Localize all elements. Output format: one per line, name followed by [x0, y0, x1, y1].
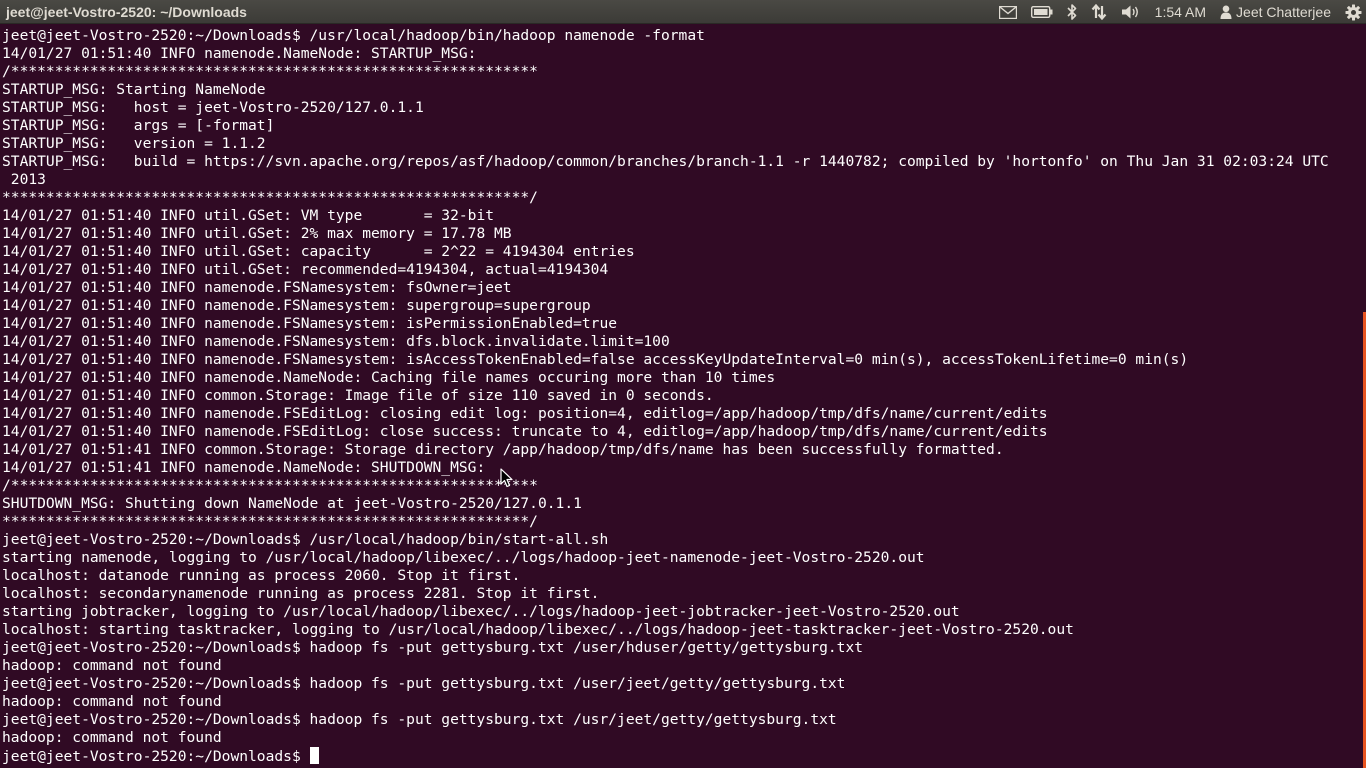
- gear-icon[interactable]: [1345, 0, 1362, 24]
- user-name: Jeet Chatterjee: [1236, 4, 1331, 20]
- terminal-line: ****************************************…: [2, 513, 538, 530]
- mouse-pointer-icon: [500, 468, 513, 488]
- text-cursor: [309, 747, 319, 764]
- terminal-line: localhost: datanode running as process 2…: [2, 567, 521, 584]
- terminal-line: 14/01/27 01:51:40 INFO common.Storage: I…: [2, 387, 714, 404]
- terminal-line: 14/01/27 01:51:40 INFO namenode.NameNode…: [2, 45, 477, 62]
- terminal-line: hadoop: command not found: [2, 693, 222, 710]
- terminal-line: STARTUP_MSG: args = [-format]: [2, 117, 275, 134]
- terminal-line: starting namenode, logging to /usr/local…: [2, 549, 925, 566]
- terminal-line: starting jobtracker, logging to /usr/loc…: [2, 603, 960, 620]
- terminal-line: jeet@jeet-Vostro-2520:~/Downloads$ /usr/…: [2, 531, 609, 548]
- volume-icon[interactable]: [1121, 0, 1141, 24]
- terminal-line: 14/01/27 01:51:40 INFO util.GSet: 2% max…: [2, 225, 512, 242]
- terminal-line: 14/01/27 01:51:41 INFO common.Storage: S…: [2, 441, 1004, 458]
- terminal-line: localhost: secondarynamenode running as …: [2, 585, 600, 602]
- terminal-line: 14/01/27 01:51:40 INFO namenode.FSNamesy…: [2, 279, 512, 296]
- terminal-line: SHUTDOWN_MSG: Shutting down NameNode at …: [2, 495, 582, 512]
- user-menu[interactable]: Jeet Chatterjee: [1220, 0, 1331, 24]
- terminal-line: 2013: [2, 171, 46, 188]
- terminal-line: STARTUP_MSG: build = https://svn.apache.…: [2, 153, 1329, 170]
- user-icon: [1220, 5, 1236, 19]
- indicator-area: 1:54 AM Jeet Chatterjee: [985, 0, 1362, 24]
- terminal-window[interactable]: jeet@jeet-Vostro-2520:~/Downloads$ /usr/…: [0, 24, 1366, 768]
- terminal-line: hadoop: command not found: [2, 729, 222, 746]
- top-panel: jeet@jeet-Vostro-2520: ~/Downloads 1:54 …: [0, 0, 1366, 24]
- terminal-line: 14/01/27 01:51:40 INFO namenode.NameNode…: [2, 369, 776, 386]
- terminal-line: 14/01/27 01:51:40 INFO namenode.FSNamesy…: [2, 333, 670, 350]
- terminal-line: jeet@jeet-Vostro-2520:~/Downloads$ hadoo…: [2, 711, 837, 728]
- terminal-line: 14/01/27 01:51:40 INFO namenode.FSEditLo…: [2, 405, 1048, 422]
- window-title: jeet@jeet-Vostro-2520: ~/Downloads: [6, 4, 247, 20]
- terminal-line: hadoop: command not found: [2, 657, 222, 674]
- terminal-prompt: jeet@jeet-Vostro-2520:~/Downloads$: [2, 748, 310, 765]
- terminal-line: jeet@jeet-Vostro-2520:~/Downloads$ hadoo…: [2, 675, 846, 692]
- terminal-line: /***************************************…: [2, 63, 538, 80]
- terminal-line: 14/01/27 01:51:40 INFO util.GSet: VM typ…: [2, 207, 495, 224]
- terminal-line: 14/01/27 01:51:40 INFO namenode.FSNamesy…: [2, 315, 618, 332]
- terminal-output: jeet@jeet-Vostro-2520:~/Downloads$ /usr/…: [2, 27, 1362, 765]
- terminal-line: 14/01/27 01:51:40 INFO namenode.FSNamesy…: [2, 297, 591, 314]
- terminal-prompt-line[interactable]: jeet@jeet-Vostro-2520:~/Downloads$: [2, 747, 1362, 765]
- terminal-line: STARTUP_MSG: Starting NameNode: [2, 81, 266, 98]
- terminal-line: STARTUP_MSG: version = 1.1.2: [2, 135, 266, 152]
- mail-icon[interactable]: [998, 0, 1017, 24]
- terminal-line: /***************************************…: [2, 477, 538, 494]
- terminal-line: ****************************************…: [2, 189, 538, 206]
- terminal-line: 14/01/27 01:51:40 INFO util.GSet: recomm…: [2, 261, 609, 278]
- terminal-line: STARTUP_MSG: host = jeet-Vostro-2520/127…: [2, 99, 424, 116]
- terminal-line: 14/01/27 01:51:40 INFO namenode.FSEditLo…: [2, 423, 1048, 440]
- network-icon[interactable]: [1091, 0, 1107, 24]
- terminal-line: 14/01/27 01:51:41 INFO namenode.NameNode…: [2, 459, 486, 476]
- terminal-line: localhost: starting tasktracker, logging…: [2, 621, 1074, 638]
- bluetooth-icon[interactable]: [1067, 0, 1077, 24]
- terminal-line: jeet@jeet-Vostro-2520:~/Downloads$ /usr/…: [2, 27, 705, 44]
- terminal-line: 14/01/27 01:51:40 INFO util.GSet: capaci…: [2, 243, 635, 260]
- battery-icon[interactable]: [1030, 0, 1053, 24]
- terminal-line: jeet@jeet-Vostro-2520:~/Downloads$ hadoo…: [2, 639, 864, 656]
- terminal-line: 14/01/27 01:51:40 INFO namenode.FSNamesy…: [2, 351, 1189, 368]
- clock[interactable]: 1:54 AM: [1155, 0, 1206, 24]
